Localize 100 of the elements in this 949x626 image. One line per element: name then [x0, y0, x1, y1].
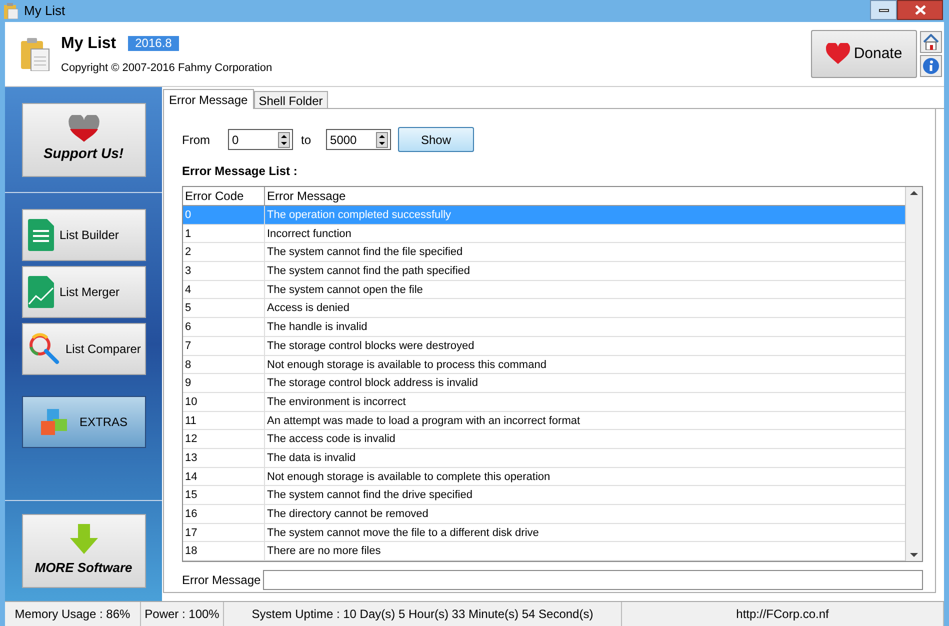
table-row[interactable]: 10 The environment is incorrect: [183, 392, 905, 412]
table-cell: 3: [183, 262, 265, 280]
table-row[interactable]: 1 Incorrect function: [183, 224, 905, 244]
minimize-button[interactable]: [870, 0, 897, 20]
spinner-arrows-icon: [376, 132, 388, 148]
table-row[interactable]: 18 There are no more files: [183, 542, 905, 562]
status-text: System Uptime : 10 Day(s) 5 Hour(s) 33 Minute(s) 54 Second(s): [224, 602, 622, 626]
info-icon: [923, 58, 939, 74]
close-button[interactable]: [897, 0, 943, 20]
column-header[interactable]: Error Code: [183, 187, 265, 206]
table-cell-text: The operation completed successfully: [266, 208, 452, 223]
to-label: to: [301, 132, 312, 148]
home-button[interactable]: [920, 31, 942, 53]
table-cell: 7: [183, 336, 265, 354]
table-row[interactable]: 13 The data is invalid: [183, 448, 905, 468]
table-cell: 15: [183, 486, 265, 504]
table-cell-text: The storage control blocks were destroyed: [266, 338, 476, 354]
table-cell: 10: [183, 392, 265, 411]
home-icon: [923, 34, 939, 50]
from-spinner[interactable]: 0: [228, 129, 293, 150]
cubes-icon: [39, 407, 70, 437]
table-cell: 2: [183, 243, 265, 262]
table-row[interactable]: 3 The system cannot find the path specified: [183, 262, 905, 281]
table-cell: 4: [183, 280, 265, 298]
info-button[interactable]: [920, 55, 942, 77]
table-row[interactable]: 17 The system cannot move the file to a different disk drive: [183, 524, 905, 542]
table-cell-text: Access is denied: [266, 301, 351, 316]
error-message-field[interactable]: [263, 570, 923, 590]
table-row[interactable]: 15 The system cannot find the drive specified: [183, 486, 905, 505]
status-text: Memory Usage : 86%: [5, 602, 141, 626]
table-cell-text: The storage control block address is invalid: [266, 376, 479, 392]
status-text: Power : 100%: [141, 602, 224, 626]
minimize-icon: [878, 8, 888, 12]
table-cell: 5: [183, 299, 265, 318]
heart-icon: [826, 43, 850, 65]
table-cell: 6: [183, 318, 265, 336]
table-row[interactable]: 8 Not enough storage is available to process this command: [183, 356, 905, 374]
table-cell: 1: [183, 224, 265, 242]
more-software-button[interactable]: MORE Software: [22, 514, 146, 588]
table-cell-text: The data is invalid: [266, 450, 357, 466]
table-cell: 18: [183, 542, 265, 560]
scrollbar[interactable]: [905, 187, 922, 561]
table-cell-text: Not enough storage is available to complete this operation: [266, 470, 552, 485]
window-title: My List: [24, 2, 66, 20]
version-badge: 2016.8: [128, 36, 179, 52]
copyright-text: Copyright © 2007-2016 Fahmy Corporation: [61, 60, 272, 76]
table-cell-text: The system cannot find the path specified: [266, 264, 472, 280]
table-cell: 13: [183, 448, 265, 467]
error-message-label: Error Message: [182, 572, 262, 589]
sidebar-button[interactable]: List Merger: [22, 266, 146, 318]
spinner-arrows-icon: [278, 132, 290, 148]
table-row[interactable]: 6 The handle is invalid: [183, 318, 905, 337]
extras-button[interactable]: EXTRAS: [22, 396, 146, 448]
table-cell-text: The environment is incorrect: [266, 394, 407, 410]
table-cell-text: Incorrect function: [266, 226, 352, 242]
table-cell: 17: [183, 524, 265, 542]
table-cell: 9: [183, 374, 265, 392]
table-cell-text: The system cannot move the file to a different disk drive: [266, 526, 540, 541]
table-row[interactable]: 5 Access is denied: [183, 299, 905, 318]
table-cell-text: The handle is invalid: [266, 320, 368, 336]
table-cell-text: Not enough storage is available to process this command: [266, 358, 548, 372]
download-arrow-icon: [68, 524, 98, 554]
clipboard-icon: [4, 3, 18, 19]
sidebar-button[interactable]: List Comparer: [22, 323, 146, 375]
table-row[interactable]: 7 The storage control blocks were destroyed: [183, 336, 905, 356]
table-cell: 0: [183, 206, 265, 224]
table-cell-text: There are no more files: [266, 544, 382, 560]
table-row[interactable]: 12 The access code is invalid: [183, 430, 905, 449]
table-row[interactable]: 9 The storage control block address is invalid: [183, 374, 905, 393]
sidebar-button[interactable]: List Builder: [22, 209, 146, 261]
search-icon: [28, 333, 60, 365]
tab[interactable]: Shell Folder: [254, 91, 328, 109]
document-icon: [28, 219, 54, 251]
support-button[interactable]: Support Us!: [22, 102, 146, 176]
donate-button[interactable]: Donate: [811, 30, 917, 78]
table-row[interactable]: 2 The system cannot find the file specified: [183, 243, 905, 262]
table-row[interactable]: 14 Not enough storage is available to complete this operation: [183, 468, 905, 486]
table-row[interactable]: 4 The system cannot open the file: [183, 280, 905, 300]
app-name: My List: [61, 34, 116, 54]
chart-document-icon: [28, 276, 54, 308]
show-button[interactable]: Show: [398, 127, 474, 152]
table-cell-text: The system cannot find the file specified: [266, 245, 464, 260]
tab[interactable]: Error Message: [163, 89, 254, 109]
table-cell-text: The access code is invalid: [266, 432, 396, 448]
heart-icon: [68, 115, 100, 143]
table-cell: 14: [183, 468, 265, 486]
close-icon: [914, 5, 926, 15]
table-cell: 12: [183, 430, 265, 448]
table-row[interactable]: 16 The directory cannot be removed: [183, 505, 905, 524]
table-cell-text: The directory cannot be removed: [266, 507, 430, 522]
clipboard-icon: [21, 37, 51, 71]
status-text: http://FCorp.co.nf: [622, 602, 944, 626]
table-cell-text: The system cannot open the file: [266, 282, 424, 298]
table-cell: 11: [183, 412, 265, 430]
table-cell-text: The system cannot find the drive specified: [266, 488, 474, 504]
to-spinner[interactable]: 5000: [326, 129, 392, 150]
list-title: Error Message List :: [182, 163, 298, 180]
table-cell: 8: [183, 356, 265, 374]
table-row[interactable]: 11 An attempt was made to load a program with an incorrect format: [183, 412, 905, 430]
from-label: From: [182, 132, 210, 148]
